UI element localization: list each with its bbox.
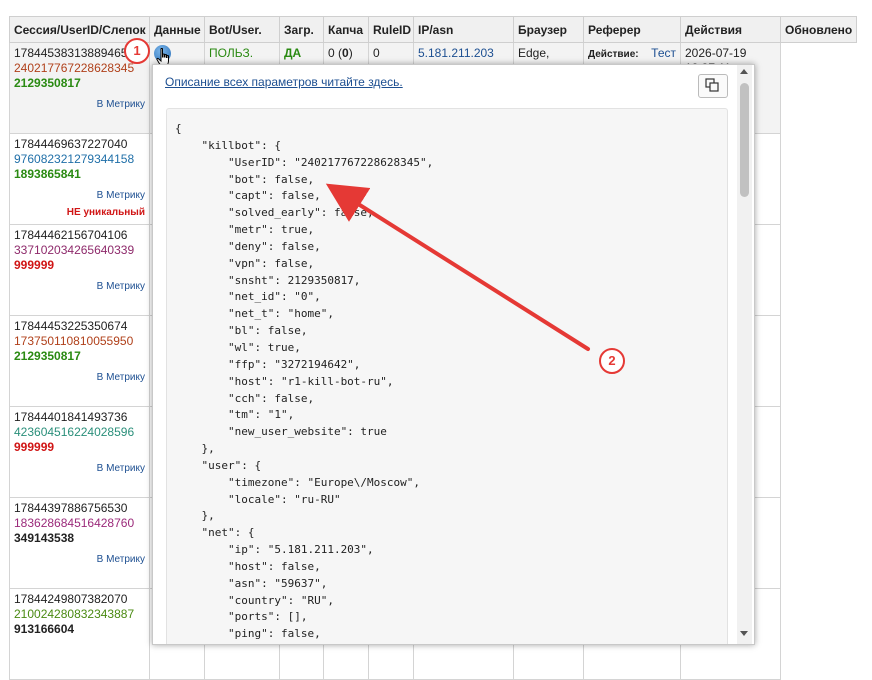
session-id: 17844397886756530 bbox=[14, 501, 128, 515]
col-header-ruleid[interactable]: RuleID bbox=[368, 16, 414, 43]
scroll-down-arrow-icon[interactable] bbox=[740, 631, 748, 636]
session-cell: 17844397886756530 183628684516428760 34914… bbox=[9, 497, 150, 589]
snapshot-id: 2129350817 bbox=[14, 349, 81, 363]
ip-value[interactable]: 5.181.211.203 bbox=[418, 46, 494, 60]
scrollbar-thumb[interactable] bbox=[740, 83, 749, 197]
col-header-actions[interactable]: Действия bbox=[680, 16, 781, 43]
user-id: 183628684516428760 bbox=[14, 516, 135, 530]
col-header-captcha[interactable]: Капча bbox=[323, 16, 369, 43]
json-data-popup: Описание всех параметров читайте здесь. … bbox=[152, 64, 755, 645]
col-header-bot-user[interactable]: Bot/User. bbox=[204, 16, 280, 43]
json-code-block: { "killbot": { "UserID": "24021776722862… bbox=[166, 108, 728, 644]
session-id: 17844249807382070 bbox=[14, 592, 128, 606]
snapshot-id: 1893865841 bbox=[14, 167, 81, 181]
metrika-link[interactable]: В Метрику bbox=[14, 370, 145, 385]
metrika-link[interactable]: В Метрику bbox=[14, 188, 145, 203]
snapshot-id: 999999 bbox=[14, 440, 55, 454]
col-header-referer[interactable]: Реферер bbox=[583, 16, 681, 43]
user-id: 976082321279344158 bbox=[14, 152, 135, 166]
user-id: 173750110810055950 bbox=[14, 334, 134, 348]
params-description-link[interactable]: Описание всех параметров читайте здесь. bbox=[165, 75, 403, 89]
annotation-marker-2: 2 bbox=[599, 348, 625, 374]
bot-user-value: ПОЛЬЗ. bbox=[209, 46, 254, 60]
ruleid-value: 0 bbox=[373, 46, 380, 60]
session-id: 17844469637227040 bbox=[14, 137, 128, 151]
test-link[interactable]: Тест bbox=[651, 46, 676, 61]
scroll-up-arrow-icon[interactable] bbox=[740, 69, 748, 74]
captcha-value-prefix: 0 ( bbox=[328, 46, 343, 60]
session-id: 17844453225350674 bbox=[14, 319, 128, 333]
user-id: 423604516224028596 bbox=[14, 425, 135, 439]
zagr-value: ДА bbox=[284, 46, 302, 60]
metrika-link[interactable]: В Метрику bbox=[14, 461, 145, 476]
popup-scrollbar[interactable] bbox=[737, 65, 752, 644]
col-header-browser[interactable]: Браузер bbox=[513, 16, 584, 43]
user-id: 240217767228628345 bbox=[14, 61, 135, 75]
browser-value: Edge, bbox=[518, 46, 550, 60]
action-label: Действие: bbox=[588, 49, 639, 60]
col-header-session[interactable]: Сессия/UserID/Слепок bbox=[9, 16, 150, 43]
snapshot-id: 999999 bbox=[14, 258, 55, 272]
session-id: 17844401841493736 bbox=[14, 410, 128, 424]
not-unique-badge: НЕ уникальный bbox=[66, 207, 145, 218]
session-cell: 17844249807382070 210024280832343887 91316… bbox=[9, 588, 150, 680]
copy-button[interactable] bbox=[698, 74, 728, 98]
session-id: 17844538313889465 bbox=[14, 46, 128, 60]
updated-date: 2026-07-19 bbox=[685, 46, 747, 60]
metrika-link[interactable]: В Метрику bbox=[14, 279, 145, 294]
session-cell: 17844469637227040 976082321279344158 18938… bbox=[9, 133, 150, 225]
user-id: 337102034265640339 bbox=[14, 243, 135, 257]
metrika-link[interactable]: В Метрику bbox=[14, 552, 145, 567]
snapshot-id: 2129350817 bbox=[14, 76, 81, 90]
col-header-updated[interactable]: Обновлено bbox=[780, 16, 857, 43]
metrika-link[interactable]: В Метрику bbox=[14, 97, 145, 112]
captcha-value-suffix: ) bbox=[348, 46, 353, 60]
session-cell: 17844401841493736 423604516224028596 99999… bbox=[9, 406, 150, 498]
snapshot-id: 349143538 bbox=[14, 531, 75, 545]
session-cell: 17844453225350674 173750110810055950 21293… bbox=[9, 315, 150, 407]
annotation-marker-1: 1 bbox=[124, 38, 150, 64]
json-text: { "killbot": { "UserID": "24021776722862… bbox=[175, 122, 434, 641]
col-header-ip-asn[interactable]: IP/asn bbox=[413, 16, 514, 43]
col-header-data[interactable]: Данные bbox=[149, 16, 205, 43]
user-id: 210024280832343887 bbox=[14, 607, 135, 621]
col-header-zagr[interactable]: Загр. bbox=[279, 16, 324, 43]
session-cell: 17844462156704106 337102034265640339 99999… bbox=[9, 224, 150, 316]
captcha-value-bold: 0 bbox=[342, 46, 349, 60]
copy-icon bbox=[705, 78, 719, 92]
snapshot-id: 913166604 bbox=[14, 622, 75, 636]
session-id: 17844462156704106 bbox=[14, 228, 128, 242]
